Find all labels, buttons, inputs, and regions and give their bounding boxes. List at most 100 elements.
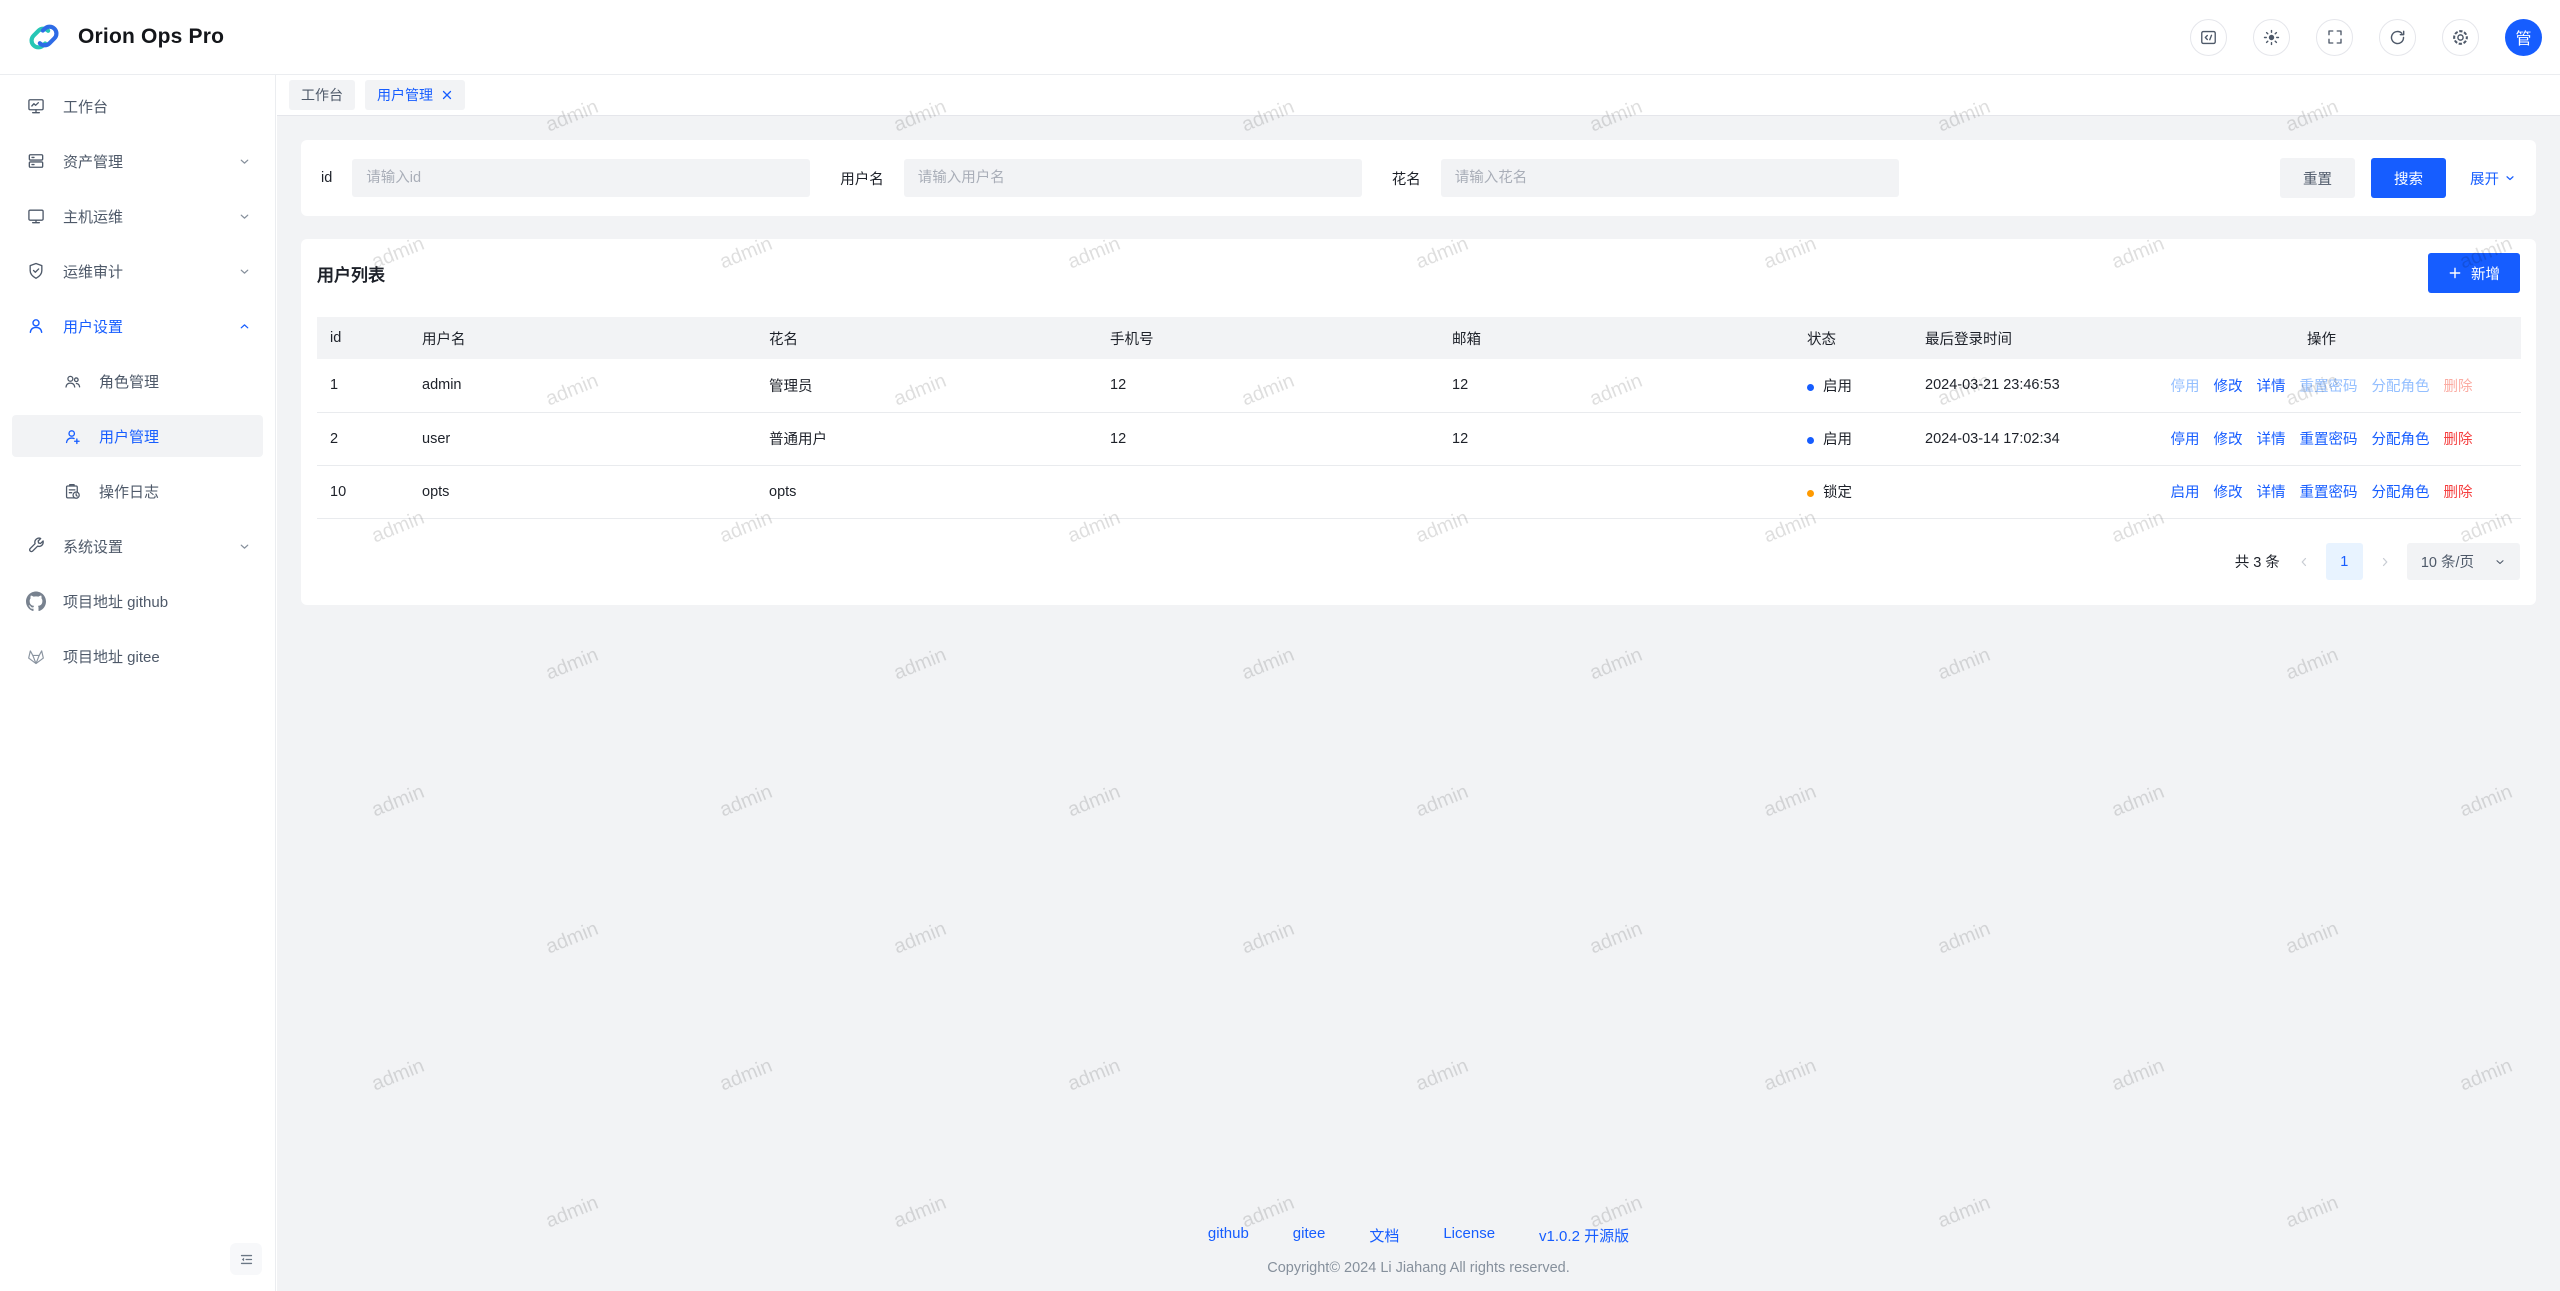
action-link[interactable]: 停用: [2171, 432, 2200, 448]
footer-link-gitee[interactable]: gitee: [1293, 1225, 1326, 1246]
sidebar-item-label: 用户设置: [63, 316, 238, 337]
chevron-up-icon: [238, 320, 251, 333]
action-link[interactable]: 重置密码: [2300, 379, 2358, 395]
sidebar-item-role-management[interactable]: 角色管理: [12, 360, 263, 402]
sidebar-item-user-management[interactable]: 用户管理: [12, 415, 263, 457]
user-list-card: 用户列表 新增 id 用户名 花名: [301, 239, 2536, 605]
footer-link-version[interactable]: v1.0.2 开源版: [1539, 1225, 1629, 1246]
action-link[interactable]: 详情: [2257, 379, 2286, 395]
action-link[interactable]: 分配角色: [2372, 485, 2430, 501]
action-link[interactable]: 详情: [2257, 485, 2286, 501]
sidebar-item-audit[interactable]: 运维审计: [12, 250, 263, 292]
nickname-input[interactable]: [1441, 159, 1899, 197]
add-user-button[interactable]: 新增: [2428, 253, 2520, 293]
sidebar-collapse-button[interactable]: [230, 1243, 262, 1275]
refresh-button[interactable]: [2379, 19, 2416, 56]
menu-fold-icon: [238, 1251, 255, 1268]
sidebar-item-system-settings[interactable]: 系统设置: [12, 525, 263, 567]
asset-icon: [26, 151, 46, 171]
column-header-mobile: 手机号: [1097, 317, 1439, 359]
cell-last-login: [1912, 465, 2122, 518]
theme-toggle-button[interactable]: [2253, 19, 2290, 56]
sidebar-item-label: 角色管理: [99, 371, 251, 392]
cell-actions: 停用修改详情重置密码分配角色删除: [2122, 412, 2521, 465]
cell-status: 锁定: [1794, 465, 1912, 518]
page-number-1[interactable]: 1: [2326, 543, 2363, 580]
id-input[interactable]: [352, 159, 810, 197]
sidebar-item-assets[interactable]: 资产管理: [12, 140, 263, 182]
search-button[interactable]: 搜索: [2371, 158, 2446, 198]
page-size-select[interactable]: 10 条/页: [2407, 543, 2520, 580]
chevron-down-icon: [238, 540, 251, 553]
code-window-button[interactable]: [2190, 19, 2227, 56]
column-header-nickname: 花名: [756, 317, 1097, 359]
sidebar-item-label: 操作日志: [99, 481, 251, 502]
cell-mobile: [1097, 465, 1439, 518]
pagination: 共 3 条 1 10 条/页: [317, 519, 2520, 605]
action-link[interactable]: 删除: [2444, 379, 2473, 395]
table-header-row: id 用户名 花名 手机号 邮箱 状态 最后登录时间 操作: [317, 317, 2521, 359]
gitee-icon: [26, 646, 46, 666]
action-link[interactable]: 重置密码: [2300, 485, 2358, 501]
cell-id: 1: [317, 359, 409, 412]
fullscreen-button[interactable]: [2316, 19, 2353, 56]
cell-nickname: 普通用户: [756, 412, 1097, 465]
cell-username: opts: [409, 465, 756, 518]
audit-shield-icon: [26, 261, 46, 281]
cell-nickname: opts: [756, 465, 1097, 518]
reset-button[interactable]: 重置: [2280, 158, 2355, 198]
workbench-icon: [26, 96, 46, 116]
footer-link-github[interactable]: github: [1208, 1225, 1249, 1246]
user-icon: [26, 316, 46, 336]
chevron-down-icon: [238, 265, 251, 278]
footer-link-docs[interactable]: 文档: [1369, 1225, 1399, 1246]
footer-link-license[interactable]: License: [1443, 1225, 1495, 1246]
settings-button[interactable]: [2442, 19, 2479, 56]
host-icon: [26, 206, 46, 226]
table-row: 10optsopts锁定启用修改详情重置密码分配角色删除: [317, 465, 2521, 518]
expand-toggle[interactable]: 展开: [2470, 168, 2516, 189]
sidebar-item-operation-logs[interactable]: 操作日志: [12, 470, 263, 512]
sidebar-item-label: 项目地址 github: [63, 591, 251, 612]
chevron-left-icon[interactable]: [2297, 555, 2311, 569]
footer-copyright: Copyright© 2024 Li Jiahang All rights re…: [301, 1260, 2536, 1276]
cell-id: 2: [317, 412, 409, 465]
filter-field-nickname: 花名: [1392, 159, 1899, 197]
action-link[interactable]: 修改: [2214, 485, 2243, 501]
action-link[interactable]: 重置密码: [2300, 432, 2358, 448]
app-header: Orion Ops Pro: [0, 0, 2560, 75]
action-link[interactable]: 删除: [2444, 432, 2473, 448]
add-button-label: 新增: [2471, 263, 2500, 284]
sidebar-item-github-link[interactable]: 项目地址 github: [12, 580, 263, 622]
sidebar-item-user-settings[interactable]: 用户设置: [12, 305, 263, 347]
action-link[interactable]: 修改: [2214, 379, 2243, 395]
close-icon[interactable]: [441, 89, 453, 101]
sidebar-item-hosts[interactable]: 主机运维: [12, 195, 263, 237]
tab-label: 工作台: [301, 85, 343, 105]
cell-email: 12: [1439, 359, 1794, 412]
sidebar-item-workbench[interactable]: 工作台: [12, 85, 263, 127]
sun-icon: [2262, 28, 2281, 47]
action-link[interactable]: 启用: [2171, 485, 2200, 501]
wrench-icon: [26, 536, 46, 556]
user-table: id 用户名 花名 手机号 邮箱 状态 最后登录时间 操作 1admin管理员1…: [317, 317, 2521, 519]
sidebar-item-gitee-link[interactable]: 项目地址 gitee: [12, 635, 263, 677]
sidebar-item-label: 项目地址 gitee: [63, 646, 251, 667]
field-label: 用户名: [840, 168, 884, 189]
action-link[interactable]: 分配角色: [2372, 379, 2430, 395]
action-link[interactable]: 修改: [2214, 432, 2243, 448]
column-header-email: 邮箱: [1439, 317, 1794, 359]
tab-user-management[interactable]: 用户管理: [365, 80, 465, 110]
avatar[interactable]: 管: [2505, 19, 2542, 56]
action-link[interactable]: 停用: [2171, 379, 2200, 395]
cell-username: admin: [409, 359, 756, 412]
chevron-right-icon[interactable]: [2378, 555, 2392, 569]
username-input[interactable]: [904, 159, 1362, 197]
table-row: 1admin管理员1212启用2024-03-21 23:46:53停用修改详情…: [317, 359, 2521, 412]
chevron-down-icon: [2494, 556, 2506, 568]
action-link[interactable]: 分配角色: [2372, 432, 2430, 448]
cell-actions: 停用修改详情重置密码分配角色删除: [2122, 359, 2521, 412]
action-link[interactable]: 详情: [2257, 432, 2286, 448]
tab-workbench[interactable]: 工作台: [289, 80, 355, 110]
action-link[interactable]: 删除: [2444, 485, 2473, 501]
